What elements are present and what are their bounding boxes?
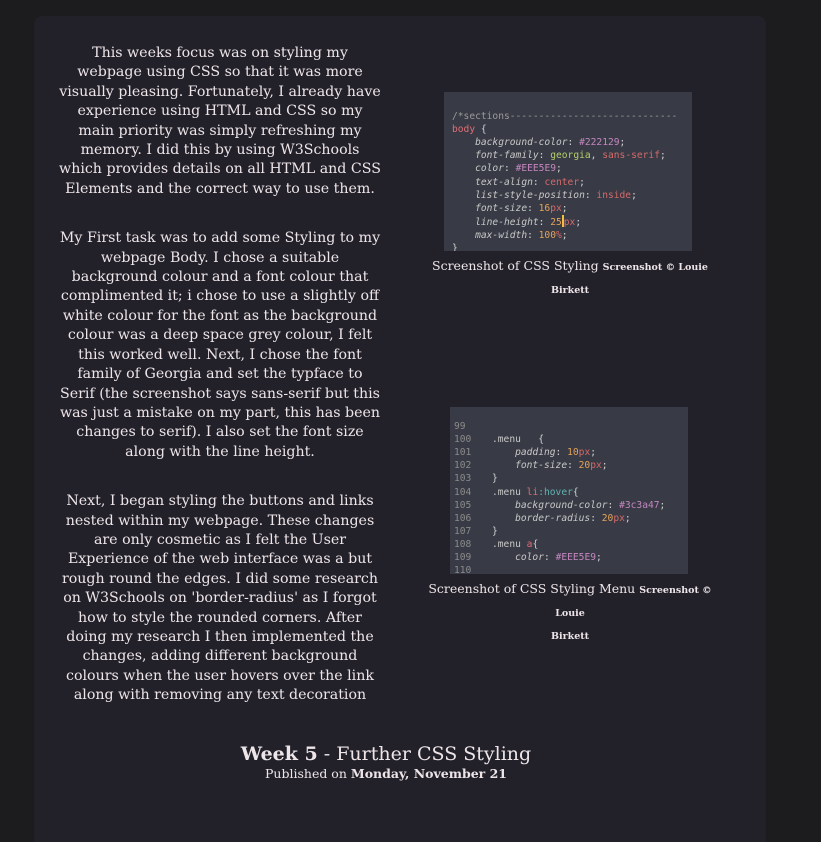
figure-caption: Screenshot of CSS Styling Screenshot © L… xyxy=(432,258,708,296)
post-title[interactable]: Week 5 - Further CSS Styling xyxy=(0,742,772,766)
code-screenshot-menu: 99 100 .menu { 101 padding: 10px; 102 fon… xyxy=(450,407,688,574)
code-selector: body xyxy=(452,124,476,136)
post-title-text: - Further CSS Styling xyxy=(317,743,532,765)
code-screenshot-body: /*sections----------------------------- … xyxy=(444,92,692,251)
code-comment: /*sections----------------------------- xyxy=(452,111,678,123)
paragraph-intro: This weeks focus was on styling my webpa… xyxy=(59,45,381,197)
paragraph-body-styling: My First task was to add some Styling to… xyxy=(59,230,381,460)
figure-css-menu-styling: 99 100 .menu { 101 padding: 10px; 102 fon… xyxy=(420,407,720,647)
figure-css-styling: /*sections----------------------------- … xyxy=(420,92,720,301)
figure-caption: Screenshot of CSS Styling Menu Screensho… xyxy=(428,581,712,642)
post-header: Week 5 - Further CSS Styling Published o… xyxy=(0,742,772,782)
paragraph-button-styling: Next, I began styling the buttons and li… xyxy=(61,493,379,704)
article-body: This weeks focus was on styling my webpa… xyxy=(58,44,382,736)
image-credit-line2: Birkett xyxy=(550,631,590,642)
post-week: Week 5 xyxy=(240,743,318,765)
published-date: Published on Monday, November 21 xyxy=(265,766,507,781)
